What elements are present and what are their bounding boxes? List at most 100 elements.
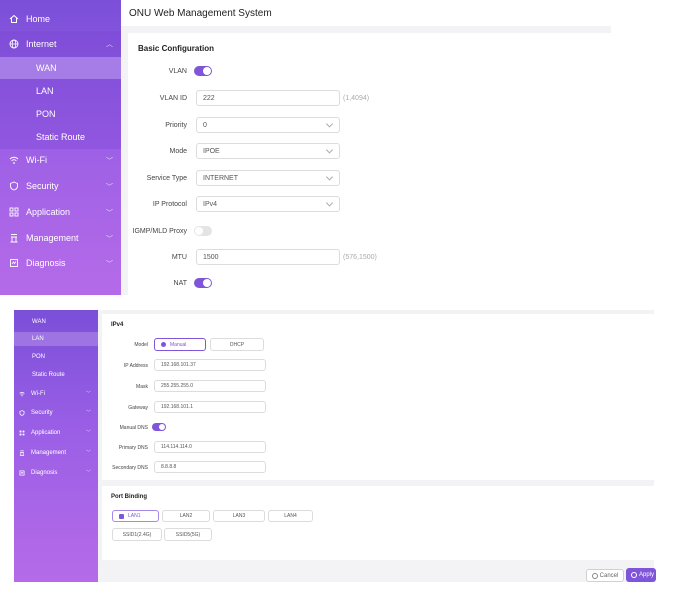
sidebar-item-wifi[interactable]: Wi-Fi [19,389,45,399]
sidebar-item-label: WAN [32,319,46,325]
gateway-label: Gateway [128,405,148,411]
igmp-mld-proxy-toggle[interactable] [194,226,212,236]
vlan-id-hint: (1,4094) [343,95,370,102]
sidebar-item-label: Security [26,181,59,191]
vlan-id-input[interactable]: 222 [196,90,340,106]
vlan-toggle[interactable] [194,66,212,76]
management-icon [10,234,18,243]
sidebar-item-label: Management [31,450,67,456]
nat-label: NAT [173,280,187,287]
ssid-label: SSID5(5G) [175,531,201,538]
sidebar-item-security[interactable]: Security [19,408,53,418]
apply-button[interactable]: Apply [626,568,656,582]
ip-address-input[interactable]: 192.168.101.37 [154,359,266,371]
sidebar-item-diagnosis[interactable]: Diagnosis [19,468,57,478]
model-manual-label: Manual [170,341,187,348]
sidebar-item-application[interactable]: Application [19,428,60,438]
checkbox-checked-icon [119,513,124,519]
vlan-id-label: VLAN ID [159,95,187,102]
priority-label: Priority [165,122,187,129]
sidebar-item-wan[interactable]: WAN [14,315,98,329]
gateway-input[interactable]: 192.168.101.1 [154,401,266,413]
manual-dns-toggle[interactable] [152,423,166,431]
ssid1-option[interactable]: SSID1(2.4G) [112,528,162,541]
sidebar-item-lan[interactable]: LAN [36,84,54,98]
sidebar-item-label: Diagnosis [31,470,58,476]
sidebar-item-label: LAN [36,86,54,96]
port-lan3[interactable]: LAN3 [213,510,265,522]
chevron-down-icon: ﹀ [86,430,92,436]
mask-input[interactable]: 255.255.255.0 [154,380,266,392]
mode-select[interactable]: IPOE [196,143,340,159]
cancel-button[interactable]: Cancel [586,569,624,582]
sidebar-item-label: Home [26,14,51,24]
chevron-down-icon: ﹀ [86,470,92,476]
sidebar-item-label: Security [31,410,53,416]
radio-checked-icon [161,342,166,347]
primary-dns-input[interactable]: 114.114.114.0 [154,441,266,453]
model-manual-option[interactable]: Manual [154,338,206,351]
secondary-dns-input[interactable]: 8.8.8.8 [154,461,266,473]
sidebar-item-pon[interactable]: PON [36,107,56,121]
globe-icon [9,39,19,49]
port-lan2[interactable]: LAN2 [162,510,210,522]
apply-label: Apply [639,572,655,578]
sidebar: WAN LAN PON Static Route Wi-Fi ﹀ Securit… [14,310,98,582]
sidebar-item-application[interactable]: Application [9,205,70,219]
sidebar-item-label: LAN [32,336,44,342]
ip-protocol-label: IP Protocol [152,201,187,208]
sidebar-item-wifi[interactable]: Wi-Fi [9,153,47,167]
mtu-input[interactable]: 1500 [196,249,340,265]
apps-icon [9,207,19,217]
port-lan1[interactable]: LAN1 [112,510,159,522]
sidebar-item-static-route[interactable]: Static Route [36,130,85,144]
priority-select[interactable]: 0 [196,117,340,133]
sidebar-item-management[interactable]: Management [9,231,79,245]
port-label: LAN1 [128,513,141,519]
port-binding-card: Port Binding LAN1 LAN2 LAN3 LAN4 SSID1(2… [102,486,654,560]
wifi-icon [19,391,25,397]
header: ONU Web Management System [121,0,611,26]
toggle-knob [203,279,211,287]
top-screenshot: Home Internet ︿ WAN LAN PON Static Route… [0,0,611,295]
igmp-mld-proxy-label: IGMP/MLD Proxy [132,228,187,235]
port-label: LAN2 [179,513,193,519]
chevron-down-icon: ﹀ [106,158,113,165]
sidebar-item-pon[interactable]: PON [14,351,98,365]
service-type-label: Service Type [146,175,187,182]
sidebar-item-label: WAN [36,63,57,73]
bottom-screenshot: WAN LAN PON Static Route Wi-Fi ﹀ Securit… [14,310,654,582]
ssid5-option[interactable]: SSID5(5G) [164,528,212,541]
sidebar-item-label: Diagnosis [26,258,66,268]
toggle-knob [195,227,203,235]
sidebar-item-internet[interactable]: Internet [9,37,57,51]
service-type-select[interactable]: INTERNET [196,170,340,186]
nat-toggle[interactable] [194,278,212,288]
sidebar-item-diagnosis[interactable]: Diagnosis [9,256,66,270]
sidebar-item-lan[interactable]: LAN [14,332,98,346]
sidebar-item-label: PON [36,109,56,119]
sidebar-item-home[interactable]: Home [9,12,50,26]
sidebar-item-wan[interactable]: WAN [0,57,121,79]
ip-protocol-select[interactable]: IPv4 [196,196,340,212]
ssid-label: SSID1(2.4G) [122,531,152,538]
sidebar-item-static-route[interactable]: Static Route [14,369,98,383]
chevron-down-icon: ﹀ [106,210,113,217]
shield-icon [10,181,18,191]
model-dhcp-option[interactable]: DHCP [210,338,264,351]
management-icon [19,450,25,456]
sidebar-item-security[interactable]: Security [9,179,59,193]
toggle-knob [159,424,165,430]
card-title: IPv4 [111,322,124,328]
sidebar-item-label: Wi-Fi [31,391,45,397]
port-lan4[interactable]: LAN4 [268,510,313,522]
sidebar-item-label: Static Route [32,372,65,378]
manual-dns-label: Manual DNS [119,425,148,431]
toggle-knob [203,67,211,75]
home-icon [9,14,19,23]
cancel-icon [591,572,598,579]
sidebar-item-management[interactable]: Management [19,448,66,458]
secondary-dns-label: Secondary DNS [112,465,148,471]
page-title: ONU Web Management System [129,8,272,19]
sidebar: Home Internet ︿ WAN LAN PON Static Route… [0,0,121,295]
